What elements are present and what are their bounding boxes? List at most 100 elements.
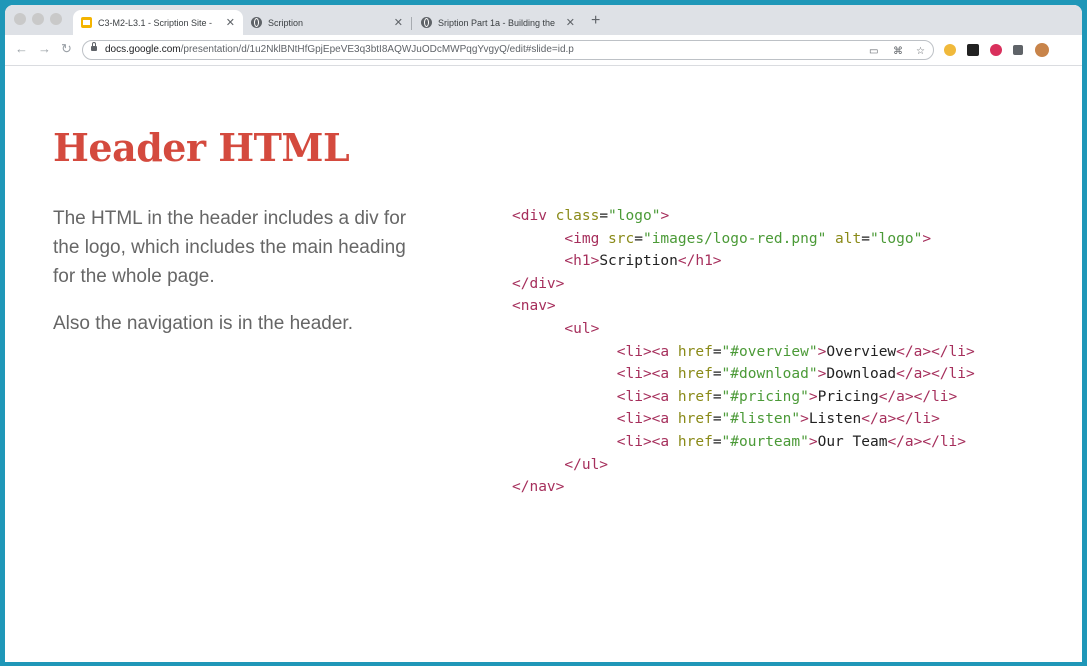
code-token: </nav> [512, 479, 565, 496]
code-line: <li><a href="#pricing">Pricing</a></li> [512, 386, 975, 409]
code-line: </div> [512, 273, 975, 296]
code-token: "images/logo-red.png" [642, 230, 827, 247]
code-token: > [800, 411, 809, 428]
tab-title: C3-M2-L3.1 - Scription Site - [98, 17, 213, 28]
slide-paragraph-2: Also the navigation is in the header. [53, 313, 353, 334]
code-token: <li><a [616, 411, 670, 428]
address-bar[interactable]: docs.google.com/presentation/d/1u2NklBNt… [82, 40, 934, 60]
code-block: <div class="logo"> <img src="images/logo… [512, 205, 975, 499]
code-token: > [922, 230, 932, 247]
code-token: > [817, 343, 827, 360]
code-token: </div> [512, 275, 565, 292]
code-token: </a></li> [887, 433, 967, 450]
code-token: href [669, 388, 713, 405]
code-token: = [599, 208, 609, 224]
code-token: = [712, 343, 722, 360]
code-token: Pricing [817, 388, 879, 405]
code-token: = [712, 388, 722, 405]
code-token: </a></li> [861, 411, 940, 428]
extension-yellow-icon[interactable] [944, 44, 956, 56]
minimize-window-icon[interactable] [32, 13, 44, 25]
code-token: <h1> [564, 253, 600, 270]
url-path: /presentation/d/1u2NklBNtHfGpjEpeVE3q3bt… [180, 44, 574, 55]
tab-strip: C3-M2-L3.1 - Scription Site - ✕ Scriptio… [5, 5, 1082, 35]
tab-title: Sription Part 1a - Building the [438, 17, 556, 28]
code-line: <li><a href="#listen">Listen</a></li> [512, 408, 975, 431]
code-line: <nav> [512, 295, 975, 318]
code-token: Our Team [817, 433, 888, 450]
code-line: <img src="images/logo-red.png" alt="logo… [512, 228, 975, 251]
code-token: Listen [808, 411, 862, 428]
close-tab-icon[interactable]: ✕ [394, 16, 403, 29]
code-token: Download [826, 366, 897, 383]
tab-separator [411, 17, 412, 30]
tab-scription-part-1a[interactable]: Sription Part 1a - Building the ✕ [413, 10, 583, 35]
globe-icon [251, 17, 262, 28]
code-token: = [634, 230, 643, 247]
code-token: <li><a [616, 433, 670, 450]
code-token: = [712, 433, 722, 450]
globe-icon [421, 17, 432, 28]
browser-toolbar: ← → ↻ docs.google.com/presentation/d/1u2… [5, 35, 1082, 66]
code-token: "#download" [721, 366, 818, 383]
avatar[interactable] [1035, 43, 1049, 57]
cast-icon[interactable]: ▭ [869, 43, 878, 61]
bookmark-star-icon[interactable]: ☆ [916, 43, 925, 61]
code-token: "#overview" [721, 343, 818, 360]
code-token: <div [512, 208, 547, 224]
code-token: href [669, 411, 713, 428]
code-token: </ul> [564, 456, 609, 473]
code-token: src [599, 230, 635, 247]
code-line: <li><a href="#download">Download</a></li… [512, 363, 975, 386]
code-token: "#ourteam" [721, 433, 809, 450]
code-token: href [669, 343, 713, 360]
code-token: > [808, 388, 818, 405]
new-tab-button[interactable]: + [591, 12, 600, 30]
close-tab-icon[interactable]: ✕ [226, 16, 235, 29]
code-token: > [817, 366, 827, 383]
code-line: <li><a href="#overview">Overview</a></li… [512, 341, 975, 364]
code-token: Scription [599, 253, 678, 270]
code-line: </nav> [512, 476, 975, 499]
code-token: </a></li> [878, 388, 958, 405]
code-token: </h1> [677, 253, 722, 270]
extensions-puzzle-icon[interactable] [1013, 45, 1023, 55]
code-token: <li><a [616, 388, 670, 405]
code-token: class [546, 208, 600, 224]
code-token: <li><a [616, 343, 670, 360]
apps-icon[interactable]: ⌘ [893, 43, 903, 61]
slide-title: Header HTML [53, 125, 350, 170]
extension-color-icon[interactable] [990, 44, 1002, 56]
code-token: = [712, 411, 722, 428]
back-button[interactable]: ← [15, 41, 28, 56]
code-token: href [669, 433, 713, 450]
tab-title: Scription [268, 17, 304, 28]
tab-scription[interactable]: Scription ✕ [243, 10, 411, 35]
code-token: = [712, 366, 722, 383]
code-token: Overview [826, 343, 897, 360]
code-token: "#listen" [721, 411, 801, 428]
close-tab-icon[interactable]: ✕ [566, 16, 575, 29]
notion-icon[interactable] [967, 44, 979, 56]
lock-icon [91, 42, 97, 51]
code-line: <ul> [512, 318, 975, 341]
code-token: > [660, 208, 670, 224]
code-line: </ul> [512, 454, 975, 477]
reload-button[interactable]: ↻ [61, 41, 72, 57]
google-slides-icon [81, 17, 92, 28]
code-line: <li><a href="#ourteam">Our Team</a></li> [512, 431, 975, 454]
code-token: "logo" [608, 208, 661, 224]
tab-scription-slides[interactable]: C3-M2-L3.1 - Scription Site - ✕ [73, 10, 243, 35]
forward-button[interactable]: → [38, 41, 51, 56]
code-token: = [861, 230, 870, 247]
close-window-icon[interactable] [14, 13, 26, 25]
code-token: <li><a [616, 366, 670, 383]
code-token: <img [564, 230, 600, 247]
code-token: > [808, 433, 818, 450]
code-token: "#pricing" [721, 388, 809, 405]
code-token: </a></li> [896, 343, 975, 360]
code-line: <div class="logo"> [512, 205, 975, 228]
maximize-window-icon[interactable] [50, 13, 62, 25]
browser-window: C3-M2-L3.1 - Scription Site - ✕ Scriptio… [5, 5, 1082, 662]
code-token: href [669, 366, 713, 383]
